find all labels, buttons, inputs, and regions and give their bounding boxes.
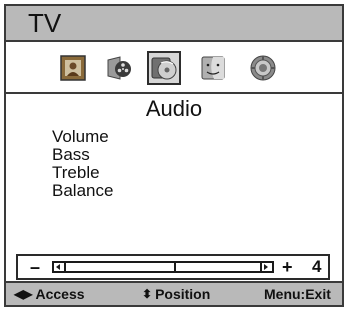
access-label: Access — [35, 286, 85, 302]
picture-menu-button[interactable] — [56, 51, 90, 85]
audio-menu-list: Volume Bass Treble Balance — [52, 128, 113, 200]
channel-menu-button[interactable] — [102, 51, 136, 85]
decrease-label[interactable]: – — [30, 257, 40, 277]
section-title: Audio — [145, 96, 203, 121]
gear-icon — [250, 55, 276, 81]
triangle-left-icon — [56, 264, 60, 270]
title-bar: TV — [6, 6, 342, 42]
slider-right-end — [260, 263, 272, 271]
increase-label[interactable]: + — [282, 257, 293, 277]
up-down-arrows-icon: ⬍ — [142, 287, 153, 301]
setup-menu-button[interactable] — [246, 51, 280, 85]
slider-thumb[interactable] — [173, 261, 176, 273]
tv-osd-window: TV Audio Volume Bass Treble Balance – + … — [4, 4, 344, 307]
film-reel-icon — [107, 56, 131, 80]
left-right-arrows-icon: ◀▶ — [14, 287, 33, 301]
exit-hint: Menu:Exit — [264, 283, 331, 305]
access-hint: ◀▶ Access — [14, 283, 85, 305]
window-title: TV — [28, 8, 62, 38]
picture-icon — [60, 55, 86, 81]
finder-icon — [201, 56, 225, 80]
position-hint: ⬍ Position — [142, 283, 210, 305]
menu-item-balance[interactable]: Balance — [52, 182, 113, 200]
menu-item-volume[interactable]: Volume — [52, 128, 113, 146]
exit-label: Menu:Exit — [264, 286, 331, 302]
position-label: Position — [155, 286, 211, 302]
triangle-right-icon — [264, 264, 268, 270]
time-menu-button[interactable] — [196, 51, 230, 85]
slider-left-end — [54, 263, 66, 271]
menu-item-bass[interactable]: Bass — [52, 146, 113, 164]
audio-menu-button[interactable] — [147, 51, 181, 85]
slider-value: 4 — [312, 257, 322, 276]
menu-icon-bar — [6, 42, 342, 94]
audio-cd-icon — [151, 57, 177, 80]
menu-item-treble[interactable]: Treble — [52, 164, 113, 182]
balance-slider[interactable] — [52, 261, 274, 273]
balance-slider-row: – + 4 — [16, 254, 330, 280]
footer-hint-bar: ◀▶ Access ⬍ Position Menu:Exit — [6, 281, 342, 305]
